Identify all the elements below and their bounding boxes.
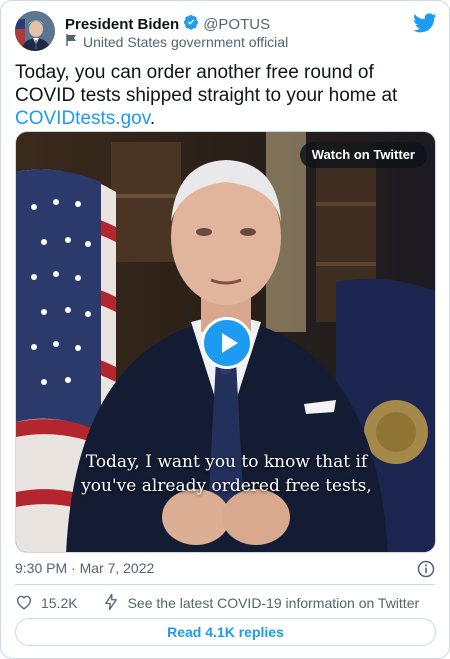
like-count[interactable]: 15.2K bbox=[41, 595, 78, 611]
info-icon[interactable] bbox=[417, 560, 435, 578]
play-icon bbox=[222, 333, 238, 353]
covid-info-link[interactable]: See the latest COVID-19 information on T… bbox=[128, 595, 420, 611]
watch-on-twitter-button[interactable]: Watch on Twitter bbox=[299, 142, 427, 168]
verified-badge-icon bbox=[183, 14, 199, 35]
tweet-text-body: Today, you can order another free round … bbox=[15, 62, 398, 106]
tweet-text: Today, you can order another free round … bbox=[15, 61, 435, 130]
tweet-header: President Biden @POTUS United States gov… bbox=[15, 11, 437, 53]
caption-line-1: Today, I want you to know that if bbox=[85, 452, 368, 472]
lightning-icon bbox=[102, 593, 120, 614]
tweet-timestamp[interactable]: 9:30 PM · Mar 7, 2022 bbox=[15, 560, 154, 576]
covidtests-link[interactable]: COVIDtests.gov bbox=[15, 108, 150, 129]
flag-icon bbox=[65, 33, 79, 50]
avatar[interactable] bbox=[15, 11, 55, 51]
government-label-text: United States government official bbox=[83, 33, 289, 50]
tweet-meta: 9:30 PM · Mar 7, 2022 bbox=[15, 560, 435, 580]
twitter-logo-icon[interactable] bbox=[413, 11, 437, 35]
tweet-text-end: . bbox=[149, 108, 156, 129]
tweet-card: President Biden @POTUS United States gov… bbox=[0, 0, 450, 659]
heart-icon[interactable] bbox=[15, 593, 33, 614]
avatar-image bbox=[15, 11, 55, 51]
author-handle[interactable]: @POTUS bbox=[203, 16, 270, 33]
video-player[interactable]: Watch on Twitter Today, I want you to kn… bbox=[15, 131, 436, 553]
play-button[interactable] bbox=[201, 317, 253, 369]
divider bbox=[15, 584, 435, 585]
caption-line-2: you've already ordered free tests, bbox=[81, 476, 372, 496]
tweet-actions: 15.2K See the latest COVID-19 informatio… bbox=[15, 593, 435, 613]
government-label: United States government official bbox=[65, 33, 288, 50]
author-line: President Biden @POTUS bbox=[65, 14, 270, 35]
video-caption: Today, I want you to know that if you've… bbox=[16, 450, 435, 498]
read-replies-button[interactable]: Read 4.1K replies bbox=[15, 618, 436, 646]
author-name[interactable]: President Biden bbox=[65, 16, 179, 33]
